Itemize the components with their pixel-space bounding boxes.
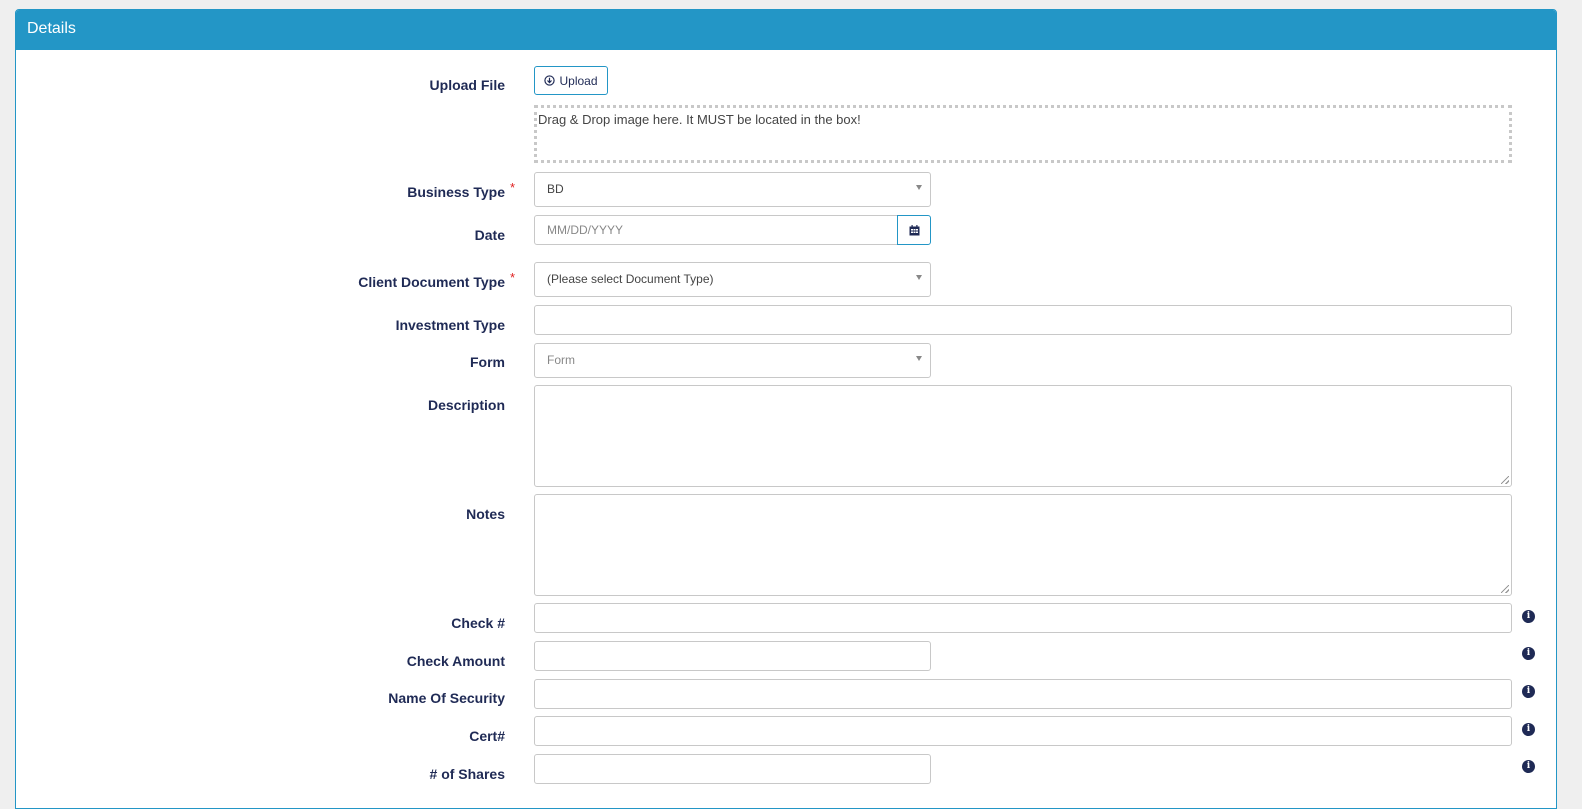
num-shares-label: # of Shares bbox=[429, 766, 505, 782]
name-of-security-input[interactable] bbox=[534, 679, 1512, 709]
info-icon[interactable]: i bbox=[1522, 610, 1535, 623]
resize-handle[interactable] bbox=[1501, 585, 1509, 593]
name-of-security-label: Name Of Security bbox=[388, 690, 505, 706]
form-placeholder: Form bbox=[547, 353, 575, 367]
info-icon[interactable]: i bbox=[1522, 760, 1535, 773]
chevron-down-icon bbox=[916, 274, 922, 280]
investment-type-input[interactable] bbox=[534, 305, 1512, 335]
check-amount-input[interactable] bbox=[534, 641, 931, 671]
client-document-type-label-text: Client Document Type bbox=[358, 274, 505, 290]
business-type-select[interactable]: BD bbox=[534, 172, 931, 207]
required-asterisk: * bbox=[509, 180, 515, 195]
download-circle-icon bbox=[544, 75, 556, 86]
client-document-type-label: Client Document Type * bbox=[358, 270, 515, 290]
check-number-input[interactable] bbox=[534, 603, 1512, 633]
info-icon[interactable]: i bbox=[1522, 685, 1535, 698]
client-document-type-value: (Please select Document Type) bbox=[547, 272, 714, 286]
resize-handle[interactable] bbox=[1501, 476, 1509, 484]
check-amount-label: Check Amount bbox=[406, 653, 505, 669]
drop-zone[interactable]: Drag & Drop image here. It MUST be locat… bbox=[534, 105, 1512, 163]
chevron-down-icon bbox=[916, 184, 922, 190]
notes-textarea[interactable] bbox=[534, 494, 1512, 596]
num-shares-input[interactable] bbox=[534, 754, 931, 784]
business-type-label-text: Business Type bbox=[407, 184, 505, 200]
chevron-down-icon bbox=[916, 355, 922, 361]
business-type-label: Business Type * bbox=[407, 180, 515, 200]
client-document-type-select[interactable]: (Please select Document Type) bbox=[534, 262, 931, 297]
investment-type-label: Investment Type bbox=[395, 317, 505, 333]
required-asterisk: * bbox=[509, 270, 515, 285]
cert-number-input[interactable] bbox=[534, 716, 1512, 746]
form-label: Form bbox=[470, 354, 505, 370]
date-input[interactable]: MM/DD/YYYY bbox=[534, 215, 898, 245]
date-label: Date bbox=[474, 227, 505, 243]
notes-label: Notes bbox=[466, 506, 505, 522]
panel-title: Details bbox=[16, 10, 1556, 50]
description-textarea[interactable] bbox=[534, 385, 1512, 487]
info-icon[interactable]: i bbox=[1522, 647, 1535, 660]
description-label: Description bbox=[427, 397, 505, 413]
info-icon[interactable]: i bbox=[1522, 723, 1535, 736]
upload-button[interactable]: Upload bbox=[534, 66, 608, 95]
drop-zone-text: Drag & Drop image here. It MUST be locat… bbox=[538, 112, 861, 127]
upload-file-label: Upload File bbox=[429, 77, 505, 93]
business-type-value: BD bbox=[547, 182, 564, 196]
calendar-icon bbox=[909, 224, 919, 235]
cert-number-label: Cert# bbox=[469, 728, 505, 744]
calendar-button[interactable] bbox=[897, 215, 931, 245]
upload-button-label: Upload bbox=[559, 73, 598, 88]
check-number-label: Check # bbox=[451, 615, 505, 631]
form-select[interactable]: Form bbox=[534, 343, 931, 378]
